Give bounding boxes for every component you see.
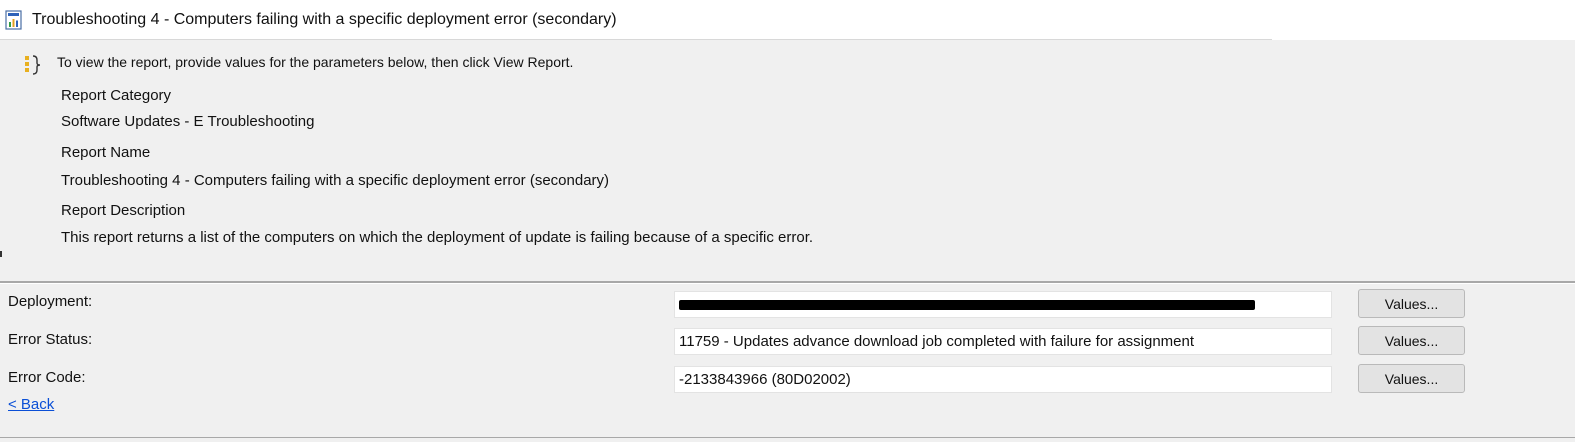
error-code-values-button[interactable]: Values...	[1358, 364, 1465, 393]
report-name-value: Troubleshooting 4 - Computers failing wi…	[61, 172, 610, 189]
redaction-bar	[679, 300, 1255, 310]
deployment-field[interactable]	[674, 291, 1332, 318]
instruction-text: To view the report, provide values for t…	[57, 54, 574, 70]
back-link[interactable]: < Back	[8, 396, 54, 413]
deployment-label: Deployment:	[8, 293, 93, 310]
error-status-field[interactable]: 11759 - Updates advance download job com…	[674, 328, 1332, 355]
parameters-panel: To view the report, provide values for t…	[0, 40, 1575, 280]
info-brace-icon	[22, 54, 42, 76]
error-code-field[interactable]: -2133843966 (80D02002)	[674, 366, 1332, 393]
window-titlebar: Troubleshooting 4 - Computers failing wi…	[0, 0, 1575, 40]
bottom-divider	[0, 437, 1575, 438]
panel-separator[interactable]	[0, 281, 1575, 284]
error-status-values-button[interactable]: Values...	[1358, 326, 1465, 355]
error-code-label: Error Code:	[8, 369, 86, 386]
report-name-label: Report Name	[61, 144, 151, 161]
report-description-label: Report Description	[61, 202, 186, 219]
report-category-label: Report Category	[61, 87, 172, 104]
splitter-marker	[0, 251, 2, 257]
error-status-label: Error Status:	[8, 331, 93, 348]
window-title: Troubleshooting 4 - Computers failing wi…	[32, 11, 617, 28]
deployment-values-button[interactable]: Values...	[1358, 289, 1465, 318]
report-description-value: This report returns a list of the comput…	[61, 229, 814, 246]
report-category-value: Software Updates - E Troubleshooting	[61, 113, 315, 130]
report-icon	[5, 10, 23, 30]
